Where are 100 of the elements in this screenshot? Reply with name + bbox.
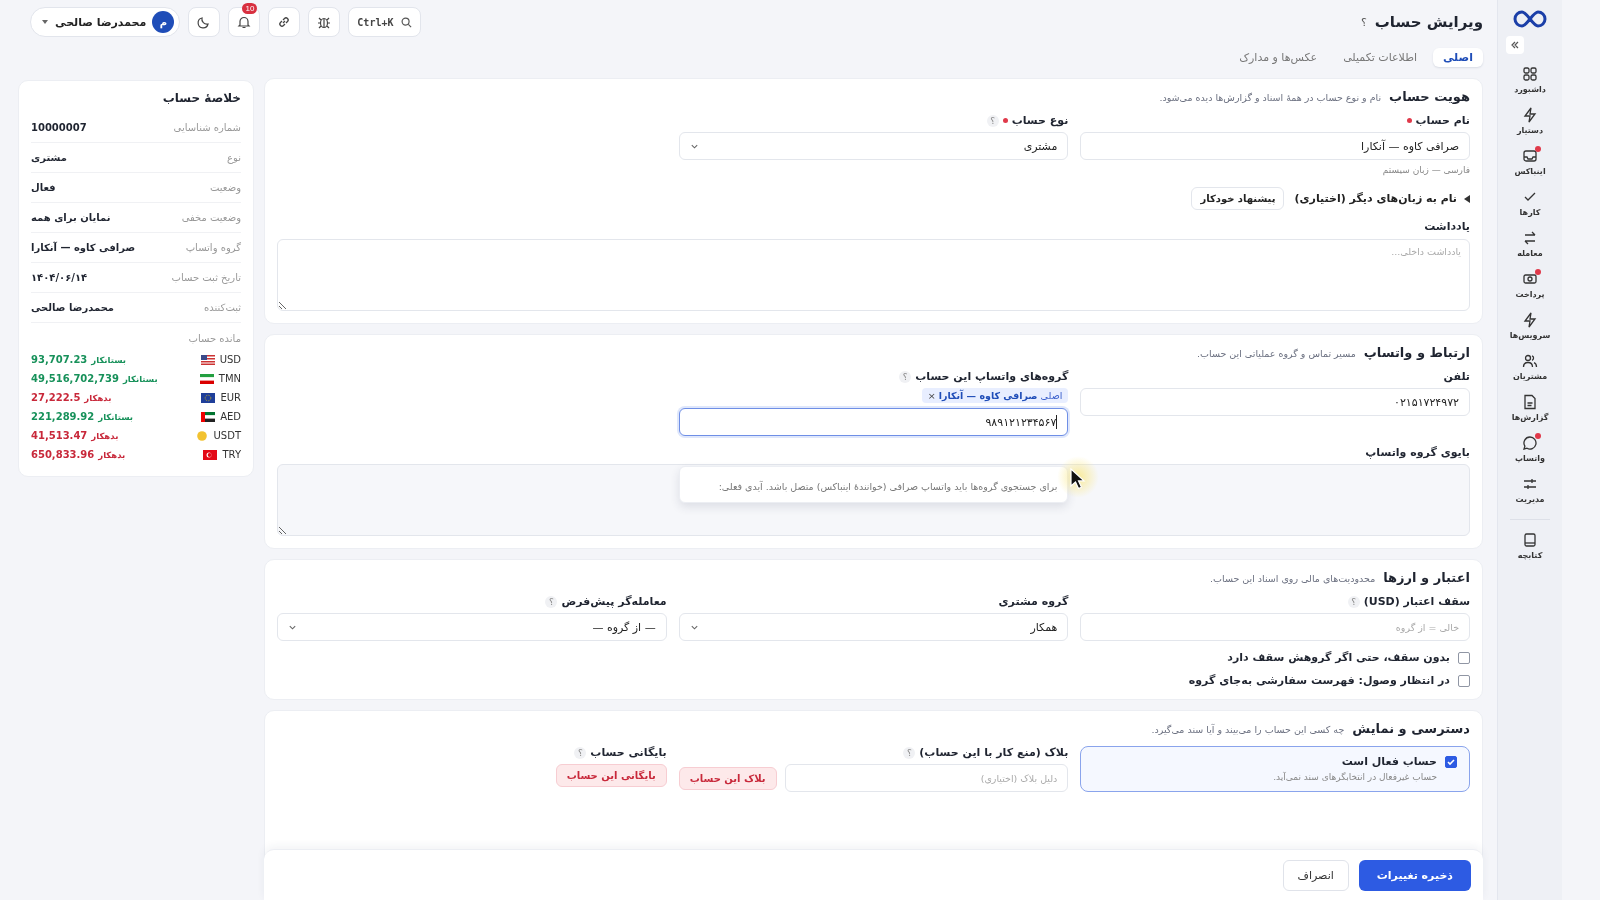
section-subtitle: مسیر تماس و گروه عملیاتی این حساب. [1197, 348, 1356, 359]
grid-icon [1522, 66, 1538, 82]
avatar: م [152, 11, 175, 33]
section-subtitle: محدودیت‌های مالی روی اسناد این حساب. [1210, 573, 1376, 584]
balance-side: بستانکار [91, 355, 127, 365]
summary-label: وضعیت مخفی [181, 212, 241, 223]
save-button[interactable]: ذخیره تغییرات [1358, 859, 1471, 891]
checkbox-label: بدون سقف، حتی اگر گروهش سقف دارد [1227, 651, 1450, 664]
balance-side: بدهکار [98, 450, 126, 460]
note-field[interactable]: یادداشت داخلی... [277, 239, 1470, 311]
nav-item[interactable]: اینباکس [1514, 144, 1546, 180]
summary-value: محمدرضا صالحی [31, 302, 115, 313]
tab[interactable]: اطلاعات تکمیلی [1333, 47, 1427, 67]
balance-side: بدهکار [84, 393, 112, 403]
currency-code: EUR [220, 392, 241, 403]
account-type-select[interactable]: مشتری [678, 132, 1069, 160]
checkbox[interactable] [1458, 674, 1470, 687]
inbox-icon [1522, 148, 1538, 164]
checkbox[interactable] [1445, 755, 1457, 768]
field-label: معامله‌گر پیش‌فرض [561, 595, 667, 608]
summary-label: نوع [227, 152, 241, 163]
phone-field[interactable]: ۰۲۱۵۱۷۲۴۹۷۲ [1080, 388, 1470, 416]
nav-item[interactable]: کتابچه [1517, 528, 1543, 564]
notification-badge: 10 [242, 3, 258, 14]
cash-icon [1522, 271, 1538, 287]
help-icon[interactable]: ؟ [1360, 15, 1367, 29]
section-title: ارتباط و واتساپ [1363, 345, 1470, 360]
nav-item[interactable]: داشبورد [1514, 62, 1546, 98]
moon-icon [197, 15, 212, 29]
other-languages-toggle[interactable]: نام به زبان‌های دیگر (اختیاری) [1294, 192, 1470, 205]
summary-value: 10000007 [31, 122, 87, 133]
field-hint: فارسی — زبان سیستم [1381, 165, 1470, 175]
field-label: سقف اعتبار (USD) [1363, 595, 1470, 608]
double-chevron-icon [1510, 40, 1520, 50]
currency-code: USDT [213, 430, 241, 441]
bolt-icon [1522, 107, 1538, 123]
group-search-field[interactable]: ۹۸۹۱۲۱۲۳۴۵۶۷ [678, 408, 1069, 436]
tab[interactable]: اصلی [1432, 47, 1483, 67]
link-button[interactable] [268, 7, 301, 37]
dropdown-hint: برای جستجوی گروه‌ها باید واتساپ صرافی (خوانندهٔ اینباکس) متصل باشد. آیدی فعلی: [718, 481, 1058, 492]
field-label: یادداشت [1424, 220, 1470, 233]
bug-button[interactable] [308, 7, 341, 37]
cancel-button[interactable]: انصراف [1282, 859, 1349, 891]
chat-icon [1522, 435, 1538, 451]
theme-button[interactable] [188, 7, 221, 37]
bolt-icon [1522, 312, 1538, 328]
coin-icon [194, 430, 209, 441]
logo-icon [1513, 10, 1547, 28]
currency-code: TMN [218, 373, 241, 384]
user-menu[interactable]: م محمدرضا صالحی [30, 7, 181, 37]
nav-item[interactable]: مشتریان [1512, 349, 1548, 385]
summary-value: فعال [31, 182, 56, 193]
auto-suggest-button[interactable]: پیشنهاد خودکار [1191, 187, 1285, 210]
section-subtitle: نام و نوع حساب در همهٔ اسناد و گزارش‌ها دیده می‌شود. [1159, 92, 1382, 103]
balance-amount: 650,833.96 [31, 449, 95, 460]
block-button[interactable]: بلاک این حساب [678, 766, 777, 790]
checkbox-label: حساب فعال است [1341, 755, 1437, 768]
nav-item[interactable]: دستیار [1516, 103, 1544, 139]
section-title: هویت حساب [1389, 89, 1470, 104]
nav-item[interactable]: پرداخت [1515, 267, 1545, 303]
customer-group-select[interactable]: همکار [678, 613, 1069, 641]
field-label: تلفن [1443, 370, 1470, 383]
dealer-select[interactable]: — از گروه — [277, 613, 667, 641]
nav-item[interactable]: مدیریت [1515, 472, 1545, 508]
checkbox-label: در انتظار وصول: فهرست سفارشی به‌جای گروه [1188, 674, 1450, 687]
users-icon [1522, 353, 1538, 369]
field-label: گروه‌های واتساپ این حساب [915, 370, 1069, 383]
block-reason-field[interactable]: دلیل بلاک (اختیاری) [784, 764, 1069, 792]
summary-value: ۱۴۰۴/۰۶/۱۴ [31, 272, 88, 283]
collapse-button[interactable] [1506, 36, 1524, 54]
currency-code: USD [219, 354, 241, 365]
balance-amount: 49,516,702,739 [31, 373, 119, 384]
nav-item[interactable]: معامله [1517, 226, 1543, 262]
balance-amount: 221,289.92 [31, 411, 95, 422]
page-title: ویرایش حساب [1374, 13, 1483, 31]
archive-button[interactable]: بایگانی این حساب [555, 764, 667, 787]
link-icon [277, 15, 292, 29]
credit-limit-field[interactable]: خالی = از گروه [1080, 613, 1470, 641]
nav-item[interactable]: واتساپ [1515, 431, 1545, 467]
field-label: نوع حساب [1011, 114, 1069, 127]
summary-label: ثبت‌کننده [204, 302, 241, 313]
summary-label: گروه واتساپ [185, 242, 241, 253]
checkbox[interactable] [1458, 651, 1470, 664]
currency-code: AED [220, 411, 241, 422]
tab[interactable]: عکس‌ها و مدارک [1229, 47, 1328, 67]
active-option-card[interactable]: حساب فعال است حساب غیرفعال در انتخابگرهای سند نمی‌آید. [1080, 746, 1470, 792]
section-subtitle: چه کسی این حساب را می‌بیند و آیا سند می‌گیرد. [1151, 724, 1345, 735]
name-field[interactable]: صرافی کاوه — آنکارا [1080, 132, 1470, 160]
balance-heading: مانده حساب [187, 333, 241, 344]
summary-value: مشتری [31, 152, 67, 163]
balance-side: بستانکار [122, 374, 158, 384]
nav-item[interactable]: گزارش‌ها [1511, 390, 1549, 426]
sliders-icon [1522, 476, 1538, 492]
balance-amount: 27,222.5 [31, 392, 81, 403]
group-tag[interactable]: اصلی صرافی کاوه — آنکارا × [921, 388, 1069, 403]
field-label: بایگانی حساب [590, 746, 667, 759]
search-button[interactable]: Ctrl+K [348, 7, 422, 37]
nav-item[interactable]: سرویس‌ها [1509, 308, 1551, 344]
nav-item[interactable]: کارها [1519, 185, 1541, 221]
field-label: بایوی گروه واتساپ [1365, 446, 1470, 459]
